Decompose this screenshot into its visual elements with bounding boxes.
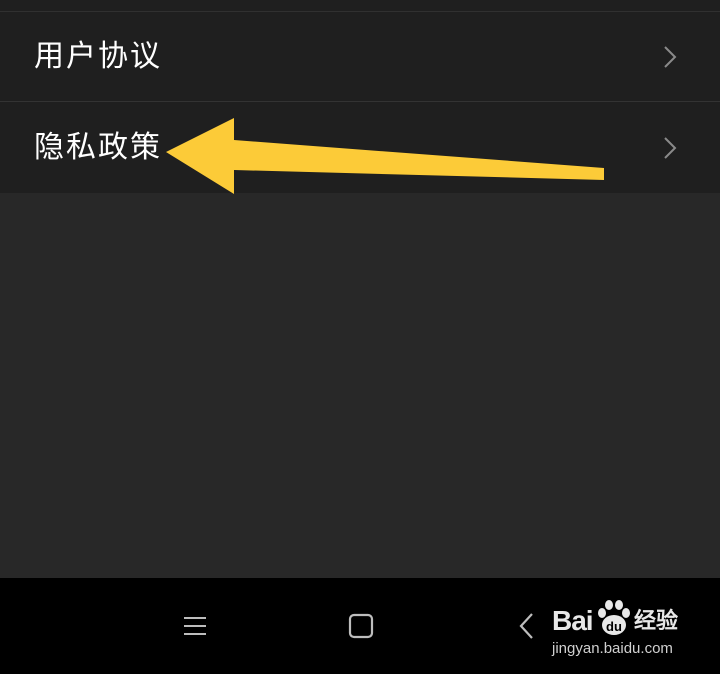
watermark-url: jingyan.baidu.com xyxy=(552,640,673,657)
back-chevron-icon[interactable] xyxy=(508,608,548,644)
home-square-icon[interactable] xyxy=(341,608,381,644)
settings-item-label: 隐私政策 xyxy=(34,130,162,165)
baidu-jingyan-watermark: Bai du 经验 jingyan.baidu.com xyxy=(552,596,692,660)
svg-text:du: du xyxy=(606,619,622,634)
baidu-paw-icon: du xyxy=(598,600,630,635)
settings-item-user-agreement[interactable]: 用户协议 xyxy=(0,12,720,102)
empty-content-area xyxy=(0,193,720,578)
watermark-tagline: 经验 xyxy=(634,609,679,634)
chevron-right-icon xyxy=(664,137,677,159)
settings-item-label: 用户协议 xyxy=(34,39,162,74)
chevron-right-icon xyxy=(664,46,677,68)
arrow-left-icon xyxy=(166,118,604,194)
menu-icon[interactable] xyxy=(176,608,216,644)
watermark-logo-text: Bai xyxy=(552,605,594,636)
row-divider xyxy=(0,101,720,102)
